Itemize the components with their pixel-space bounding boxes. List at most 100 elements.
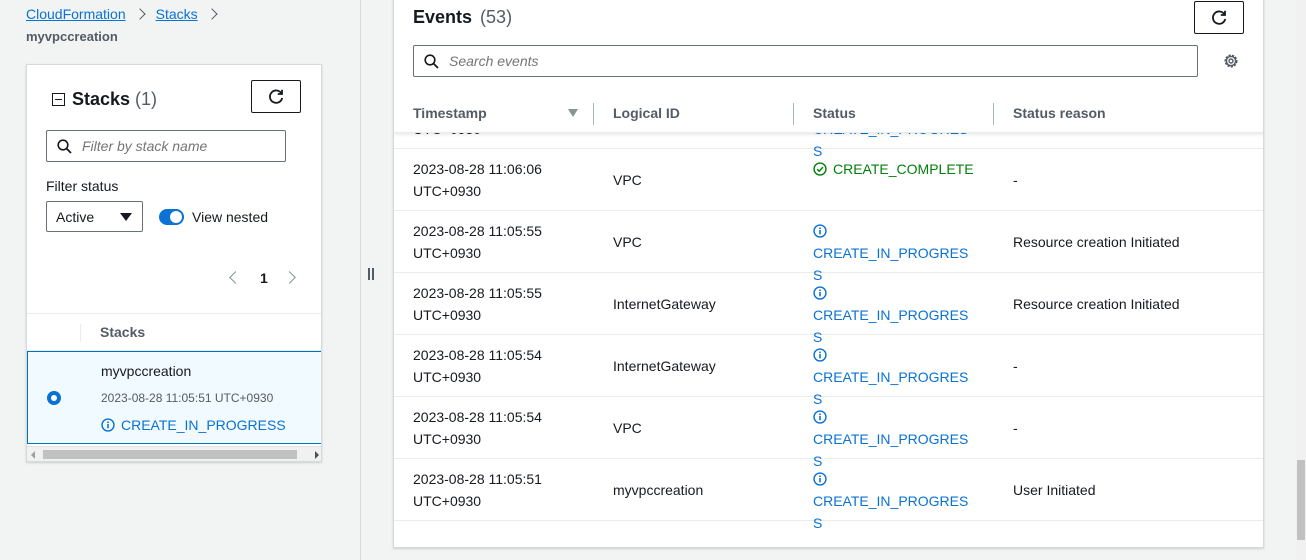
event-status-text: CREATE_IN_PROGRES — [813, 307, 969, 323]
chevron-right-icon — [205, 8, 218, 20]
stack-row[interactable]: myvpccreation 2023-08-28 11:05:51 UTC+09… — [27, 351, 321, 444]
stacks-panel-header: Stacks (1) — [52, 89, 157, 110]
breadcrumb: CloudFormation Stacks — [26, 6, 228, 22]
breadcrumb-stacks-link[interactable]: Stacks — [156, 6, 198, 22]
info-icon — [813, 224, 827, 238]
stack-status-text: CREATE_IN_PROGRESS — [121, 417, 286, 433]
events-search-field[interactable] — [413, 45, 1198, 77]
event-timestamp-tz: UTC+0930 — [413, 245, 482, 261]
event-logical-id: InternetGateway — [613, 296, 716, 312]
event-timestamp: 2023-08-28 11:05:55 UTC+0930 — [413, 220, 563, 264]
event-status-text: CREATE_IN_PROGRES — [813, 431, 969, 447]
event-status-reason: Resource creation Initiated — [1013, 234, 1180, 250]
events-panel: Events (53) Timestamp Logical ID Status … — [393, 0, 1264, 548]
events-refresh-button[interactable] — [1194, 1, 1244, 34]
gear-icon[interactable] — [1222, 52, 1240, 70]
column-divider[interactable] — [593, 103, 594, 125]
view-nested-label: View nested — [192, 209, 269, 225]
event-status-text: CREATE_IN_PROGRES — [813, 369, 969, 385]
event-timestamp-date: 2023-08-28 11:05:54 — [413, 409, 542, 425]
stacks-panel: Stacks (1) Filter status Active View nes… — [26, 64, 322, 462]
logical-id-column-header[interactable]: Logical ID — [613, 105, 680, 121]
scrollbar-thumb[interactable] — [1297, 460, 1305, 540]
stack-select-radio[interactable] — [47, 391, 61, 405]
stack-filter-field[interactable] — [46, 130, 286, 162]
chevron-right-icon — [133, 8, 146, 20]
event-timestamp: 2023-08-28 11:05:54 UTC+0930 — [413, 406, 563, 450]
caret-down-icon — [120, 213, 132, 221]
event-timestamp: 2023-08-28 11:05:55 UTC+0930 — [413, 282, 563, 326]
stack-created-time: 2023-08-28 11:05:51 UTC+0930 — [101, 391, 274, 405]
event-timestamp: 2023-08-28 11:05:54 UTC+0930 — [413, 344, 563, 388]
event-timestamp-date: 2023-08-28 11:06:06 — [413, 161, 542, 177]
event-timestamp-date: 2023-08-28 11:05:55 — [413, 223, 542, 239]
column-divider[interactable] — [793, 103, 794, 125]
search-icon — [424, 53, 439, 69]
event-timestamp-date: 2023-08-28 11:05:51 — [413, 471, 542, 487]
column-divider[interactable] — [993, 103, 994, 125]
breadcrumb-cloudformation-link[interactable]: CloudFormation — [26, 6, 126, 22]
event-status-reason: - — [1013, 358, 1018, 374]
event-logical-id: VPC — [613, 420, 642, 436]
column-divider — [80, 324, 81, 342]
event-row: 2023-08-28 11:05:51 UTC+0930 myvpccreation… — [394, 459, 1263, 531]
event-status-text: CREATE_IN_PROGRES — [813, 493, 969, 509]
scroll-right-arrow-icon[interactable] — [315, 451, 319, 459]
filter-status-label: Filter status — [46, 178, 119, 194]
filter-status-value: Active — [56, 208, 95, 225]
stacks-table-header: Stacks — [27, 313, 321, 351]
event-status-text-wrap: S — [813, 515, 823, 531]
info-icon — [813, 410, 827, 424]
event-timestamp-date: 2023-08-28 11:05:55 — [413, 285, 542, 301]
event-timestamp-tz: UTC+0930 — [413, 369, 482, 385]
event-status-text: CREATE_COMPLETE — [833, 161, 974, 177]
timestamp-column-header[interactable]: Timestamp — [413, 105, 487, 121]
stacks-panel-title: Stacks — [72, 89, 131, 109]
stack-filter-input[interactable] — [80, 137, 270, 155]
scroll-left-arrow-icon[interactable] — [31, 451, 35, 459]
event-timestamp: 2023-08-28 11:05:51 UTC+0930 — [413, 468, 563, 512]
event-row: 2023-08-28 11:06:06 UTC+0930 VPC CREATE_COM… — [394, 149, 1263, 211]
previous-page-icon[interactable] — [229, 271, 242, 284]
events-table-body: 2023-08-28 11:06:06UTC+0930PublicRouteTa… — [394, 99, 1263, 531]
pagination-page-1[interactable]: 1 — [260, 270, 268, 286]
event-status-text: CREATE_IN_PROGRES — [813, 245, 969, 261]
status-column-header[interactable]: Status — [813, 105, 856, 121]
sort-descending-icon[interactable] — [568, 109, 578, 117]
event-row: 2023-08-28 11:05:55 UTC+0930 InternetGatew… — [394, 273, 1263, 345]
event-timestamp-tz: UTC+0930 — [413, 431, 482, 447]
events-search-input[interactable] — [447, 52, 1187, 70]
stacks-refresh-button[interactable] — [251, 80, 301, 113]
event-timestamp-tz: UTC+0930 — [413, 307, 482, 323]
event-logical-id: VPC — [613, 172, 642, 188]
resize-handle-icon[interactable] — [366, 268, 376, 280]
page-vertical-scrollbar[interactable] — [1296, 0, 1306, 560]
event-row: 2023-08-28 11:05:55 UTC+0930 VPC CREATE_IN_… — [394, 211, 1263, 283]
info-icon — [813, 348, 827, 362]
refresh-icon — [269, 89, 284, 104]
stack-status: CREATE_IN_PROGRESS — [101, 417, 286, 433]
next-page-icon[interactable] — [283, 271, 296, 284]
stacks-column-header[interactable]: Stacks — [100, 324, 145, 340]
events-count: (53) — [480, 7, 513, 27]
event-status-reason: Resource creation Initiated — [1013, 296, 1180, 312]
event-logical-id: InternetGateway — [613, 358, 716, 374]
info-icon — [813, 286, 827, 300]
collapse-icon[interactable] — [52, 93, 65, 106]
events-panel-title: Events — [413, 7, 473, 27]
event-timestamp: 2023-08-28 11:06:06 UTC+0930 — [413, 158, 563, 202]
scrollbar-thumb[interactable] — [43, 450, 297, 459]
stacks-navigation-pane: CloudFormation Stacks myvpccreation Stac… — [0, 0, 360, 560]
view-nested-toggle[interactable] — [159, 209, 184, 225]
event-row: 2023-08-28 11:05:54 UTC+0930 InternetGatew… — [394, 335, 1263, 407]
filter-status-select[interactable]: Active — [46, 201, 143, 232]
event-status[interactable]: CREATE_IN_PROGRES S — [813, 468, 978, 534]
event-timestamp-date: 2023-08-28 11:05:54 — [413, 347, 542, 363]
event-timestamp-tz: UTC+0930 — [413, 493, 482, 509]
stacks-count: (1) — [135, 89, 158, 109]
status-reason-column-header[interactable]: Status reason — [1013, 105, 1106, 121]
event-status-reason: - — [1013, 420, 1018, 436]
event-logical-id: VPC — [613, 234, 642, 250]
stack-name-link[interactable]: myvpccreation — [101, 363, 191, 379]
horizontal-scrollbar[interactable] — [27, 446, 321, 461]
